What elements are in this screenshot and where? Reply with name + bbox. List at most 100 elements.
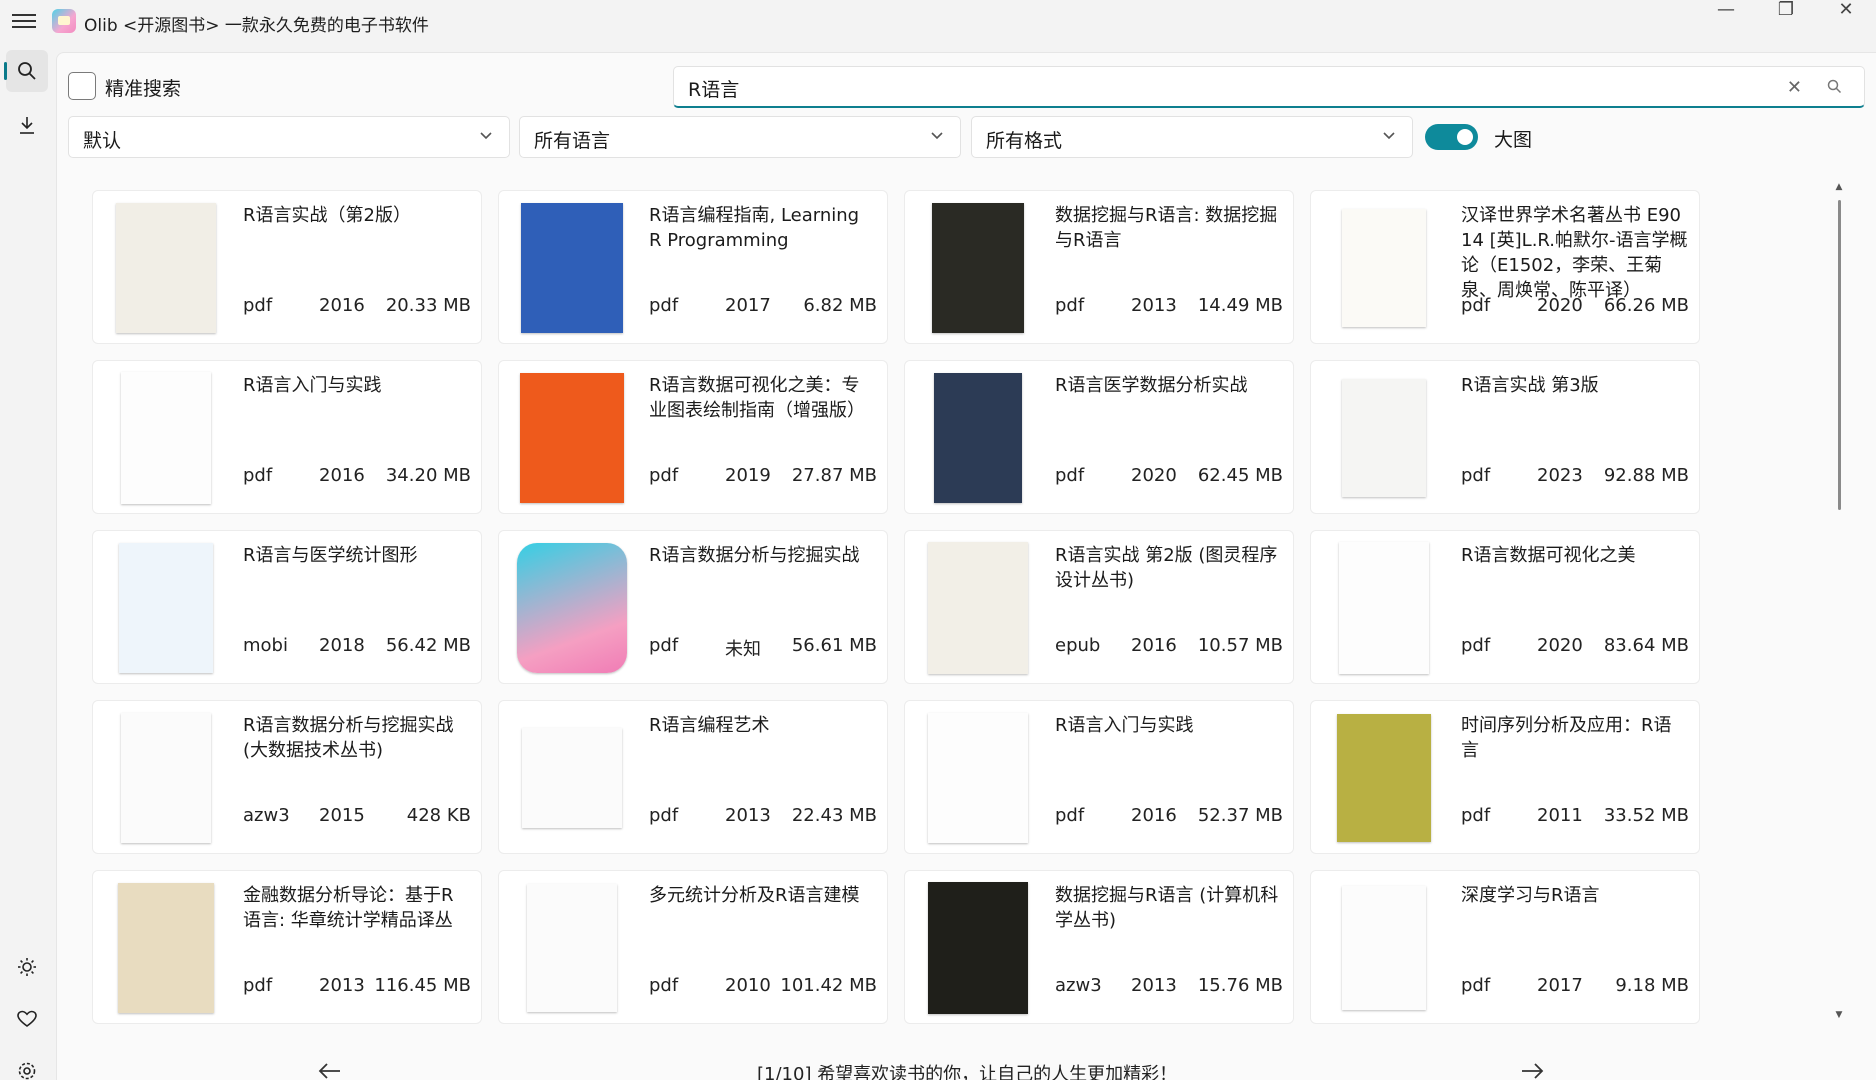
book-title[interactable]: R语言与医学统计图形 — [243, 543, 471, 568]
book-title[interactable]: 汉译世界学术名著丛书 E9014 [英]L.R.帕默尔-语言学概论（E1502，… — [1461, 203, 1689, 303]
scroll-down-arrow[interactable]: ▼ — [1834, 1010, 1844, 1020]
book-year: 2013 — [725, 805, 771, 826]
book-cover[interactable] — [923, 881, 1033, 1015]
book-year: 2017 — [725, 295, 771, 316]
book-card[interactable]: R语言数据可视化之美 pdf 2020 83.64 MB — [1310, 530, 1700, 684]
book-cover[interactable] — [517, 541, 627, 675]
nav-favorites[interactable] — [6, 998, 48, 1040]
book-cover[interactable] — [1329, 541, 1439, 675]
book-card[interactable]: R语言数据分析与挖掘实战 pdf 未知 56.61 MB — [498, 530, 888, 684]
sort-dropdown[interactable]: 默认 — [68, 116, 510, 158]
heart-icon — [17, 1010, 37, 1027]
book-title[interactable]: R语言入门与实践 — [243, 373, 471, 398]
book-card[interactable]: R语言实战（第2版） pdf 2016 20.33 MB — [92, 190, 482, 344]
book-title[interactable]: R语言编程艺术 — [649, 713, 877, 738]
book-cover[interactable] — [517, 371, 627, 505]
book-year: 2020 — [1131, 465, 1177, 486]
chevron-down-icon — [1383, 132, 1395, 140]
book-title[interactable]: 数据挖掘与R语言 (计算机科学丛书) — [1055, 883, 1283, 933]
book-cover[interactable] — [111, 201, 221, 335]
book-card[interactable]: R语言与医学统计图形 mobi 2018 56.42 MB — [92, 530, 482, 684]
book-cover-image — [121, 713, 211, 843]
book-year: 未知 — [725, 639, 761, 660]
restore-button[interactable]: ❐ — [1756, 0, 1816, 24]
book-cover[interactable] — [1329, 371, 1439, 505]
hamburger-menu-icon[interactable] — [12, 10, 36, 32]
book-cover[interactable] — [517, 201, 627, 335]
book-card[interactable]: 汉译世界学术名著丛书 E9014 [英]L.R.帕默尔-语言学概论（E1502，… — [1310, 190, 1700, 344]
book-card[interactable]: 数据挖掘与R语言 (计算机科学丛书) azw3 2013 15.76 MB — [904, 870, 1294, 1024]
book-title[interactable]: 深度学习与R语言 — [1461, 883, 1689, 908]
book-title[interactable]: R语言数据可视化之美 — [1461, 543, 1689, 568]
book-card[interactable]: R语言入门与实践 pdf 2016 52.37 MB — [904, 700, 1294, 854]
book-cover[interactable] — [517, 881, 627, 1015]
book-cover[interactable] — [111, 371, 221, 505]
book-cover[interactable] — [517, 711, 627, 845]
book-card[interactable]: R语言数据分析与挖掘实战 (大数据技术丛书) azw3 2015 428 KB — [92, 700, 482, 854]
book-card[interactable]: 多元统计分析及R语言建模 pdf 2010 101.42 MB — [498, 870, 888, 1024]
book-card[interactable]: R语言医学数据分析实战 pdf 2020 62.45 MB — [904, 360, 1294, 514]
book-cover[interactable] — [923, 541, 1033, 675]
close-button[interactable]: ✕ — [1816, 0, 1876, 24]
book-card[interactable]: 深度学习与R语言 pdf 2017 9.18 MB — [1310, 870, 1700, 1024]
book-cover[interactable] — [923, 711, 1033, 845]
title-bar: Olib <开源图书> 一款永久免费的电子书软件 — ❐ ✕ — [0, 0, 1876, 44]
book-title[interactable]: R语言数据分析与挖掘实战 — [649, 543, 877, 568]
book-cover-image — [522, 728, 622, 828]
exact-search-checkbox[interactable] — [68, 72, 96, 100]
search-box[interactable]: ✕ — [673, 66, 1865, 108]
book-card[interactable]: R语言数据可视化之美：专业图表绘制指南（增强版） pdf 2019 27.87 MB — [498, 360, 888, 514]
next-page-arrow-icon[interactable] — [1520, 1062, 1544, 1080]
book-cover[interactable] — [111, 541, 221, 675]
search-input[interactable] — [688, 75, 1688, 101]
book-card[interactable]: R语言实战 第3版 pdf 2023 92.88 MB — [1310, 360, 1700, 514]
book-card[interactable]: R语言入门与实践 pdf 2016 34.20 MB — [92, 360, 482, 514]
book-title[interactable]: 多元统计分析及R语言建模 — [649, 883, 877, 908]
scrollbar-thumb[interactable] — [1838, 200, 1841, 510]
book-card[interactable]: 数据挖掘与R语言: 数据挖掘与R语言 pdf 2013 14.49 MB — [904, 190, 1294, 344]
book-title[interactable]: R语言数据可视化之美：专业图表绘制指南（增强版） — [649, 373, 877, 423]
nav-download[interactable] — [6, 104, 48, 146]
search-icon[interactable] — [1827, 79, 1842, 94]
book-year: 2016 — [319, 295, 365, 316]
scroll-up-arrow[interactable]: ▲ — [1834, 182, 1844, 192]
prev-page-arrow-icon[interactable] — [318, 1062, 342, 1080]
book-title[interactable]: R语言实战 第2版 (图灵程序设计丛书) — [1055, 543, 1283, 593]
book-cover[interactable] — [1329, 711, 1439, 845]
book-card[interactable]: 时间序列分析及应用：R语言 pdf 2011 33.52 MB — [1310, 700, 1700, 854]
nav-settings[interactable] — [6, 1050, 48, 1080]
clear-icon[interactable]: ✕ — [1787, 77, 1802, 98]
nav-theme[interactable] — [6, 946, 48, 988]
book-cover[interactable] — [111, 881, 221, 1015]
book-title[interactable]: 数据挖掘与R语言: 数据挖掘与R语言 — [1055, 203, 1283, 253]
book-card[interactable]: R语言编程指南, Learning R Programming pdf 2017 6.… — [498, 190, 888, 344]
book-cover[interactable] — [1329, 881, 1439, 1015]
book-card[interactable]: 金融数据分析导论：基于R语言: 华章统计学精品译丛 pdf 2013 116.45 M… — [92, 870, 482, 1024]
book-cover[interactable] — [923, 371, 1033, 505]
book-title[interactable]: 时间序列分析及应用：R语言 — [1461, 713, 1689, 763]
book-title[interactable]: R语言医学数据分析实战 — [1055, 373, 1283, 398]
book-title[interactable]: R语言数据分析与挖掘实战 (大数据技术丛书) — [243, 713, 471, 763]
book-title[interactable]: R语言实战（第2版） — [243, 203, 471, 228]
nav-search[interactable] — [4, 50, 48, 92]
book-title[interactable]: R语言实战 第3版 — [1461, 373, 1689, 398]
language-dropdown[interactable]: 所有语言 — [519, 116, 961, 158]
book-size: 6.82 MB — [803, 295, 877, 316]
book-title[interactable]: 金融数据分析导论：基于R语言: 华章统计学精品译丛 — [243, 883, 471, 933]
book-cover-image — [928, 882, 1028, 1014]
book-format: pdf — [1461, 975, 1491, 996]
book-cover[interactable] — [1329, 201, 1439, 335]
book-format: pdf — [649, 295, 679, 316]
book-card[interactable]: R语言编程艺术 pdf 2013 22.43 MB — [498, 700, 888, 854]
book-size: 83.64 MB — [1603, 635, 1689, 656]
book-cover[interactable] — [111, 711, 221, 845]
big-image-toggle[interactable] — [1425, 124, 1478, 150]
format-dropdown[interactable]: 所有格式 — [971, 116, 1413, 158]
book-cover[interactable] — [923, 201, 1033, 335]
book-title[interactable]: R语言入门与实践 — [1055, 713, 1283, 738]
book-year: 2019 — [725, 465, 771, 486]
book-card[interactable]: R语言实战 第2版 (图灵程序设计丛书) epub 2016 10.57 MB — [904, 530, 1294, 684]
minimize-button[interactable]: — — [1696, 0, 1756, 24]
book-year: 2023 — [1537, 465, 1583, 486]
book-title[interactable]: R语言编程指南, Learning R Programming — [649, 203, 877, 253]
